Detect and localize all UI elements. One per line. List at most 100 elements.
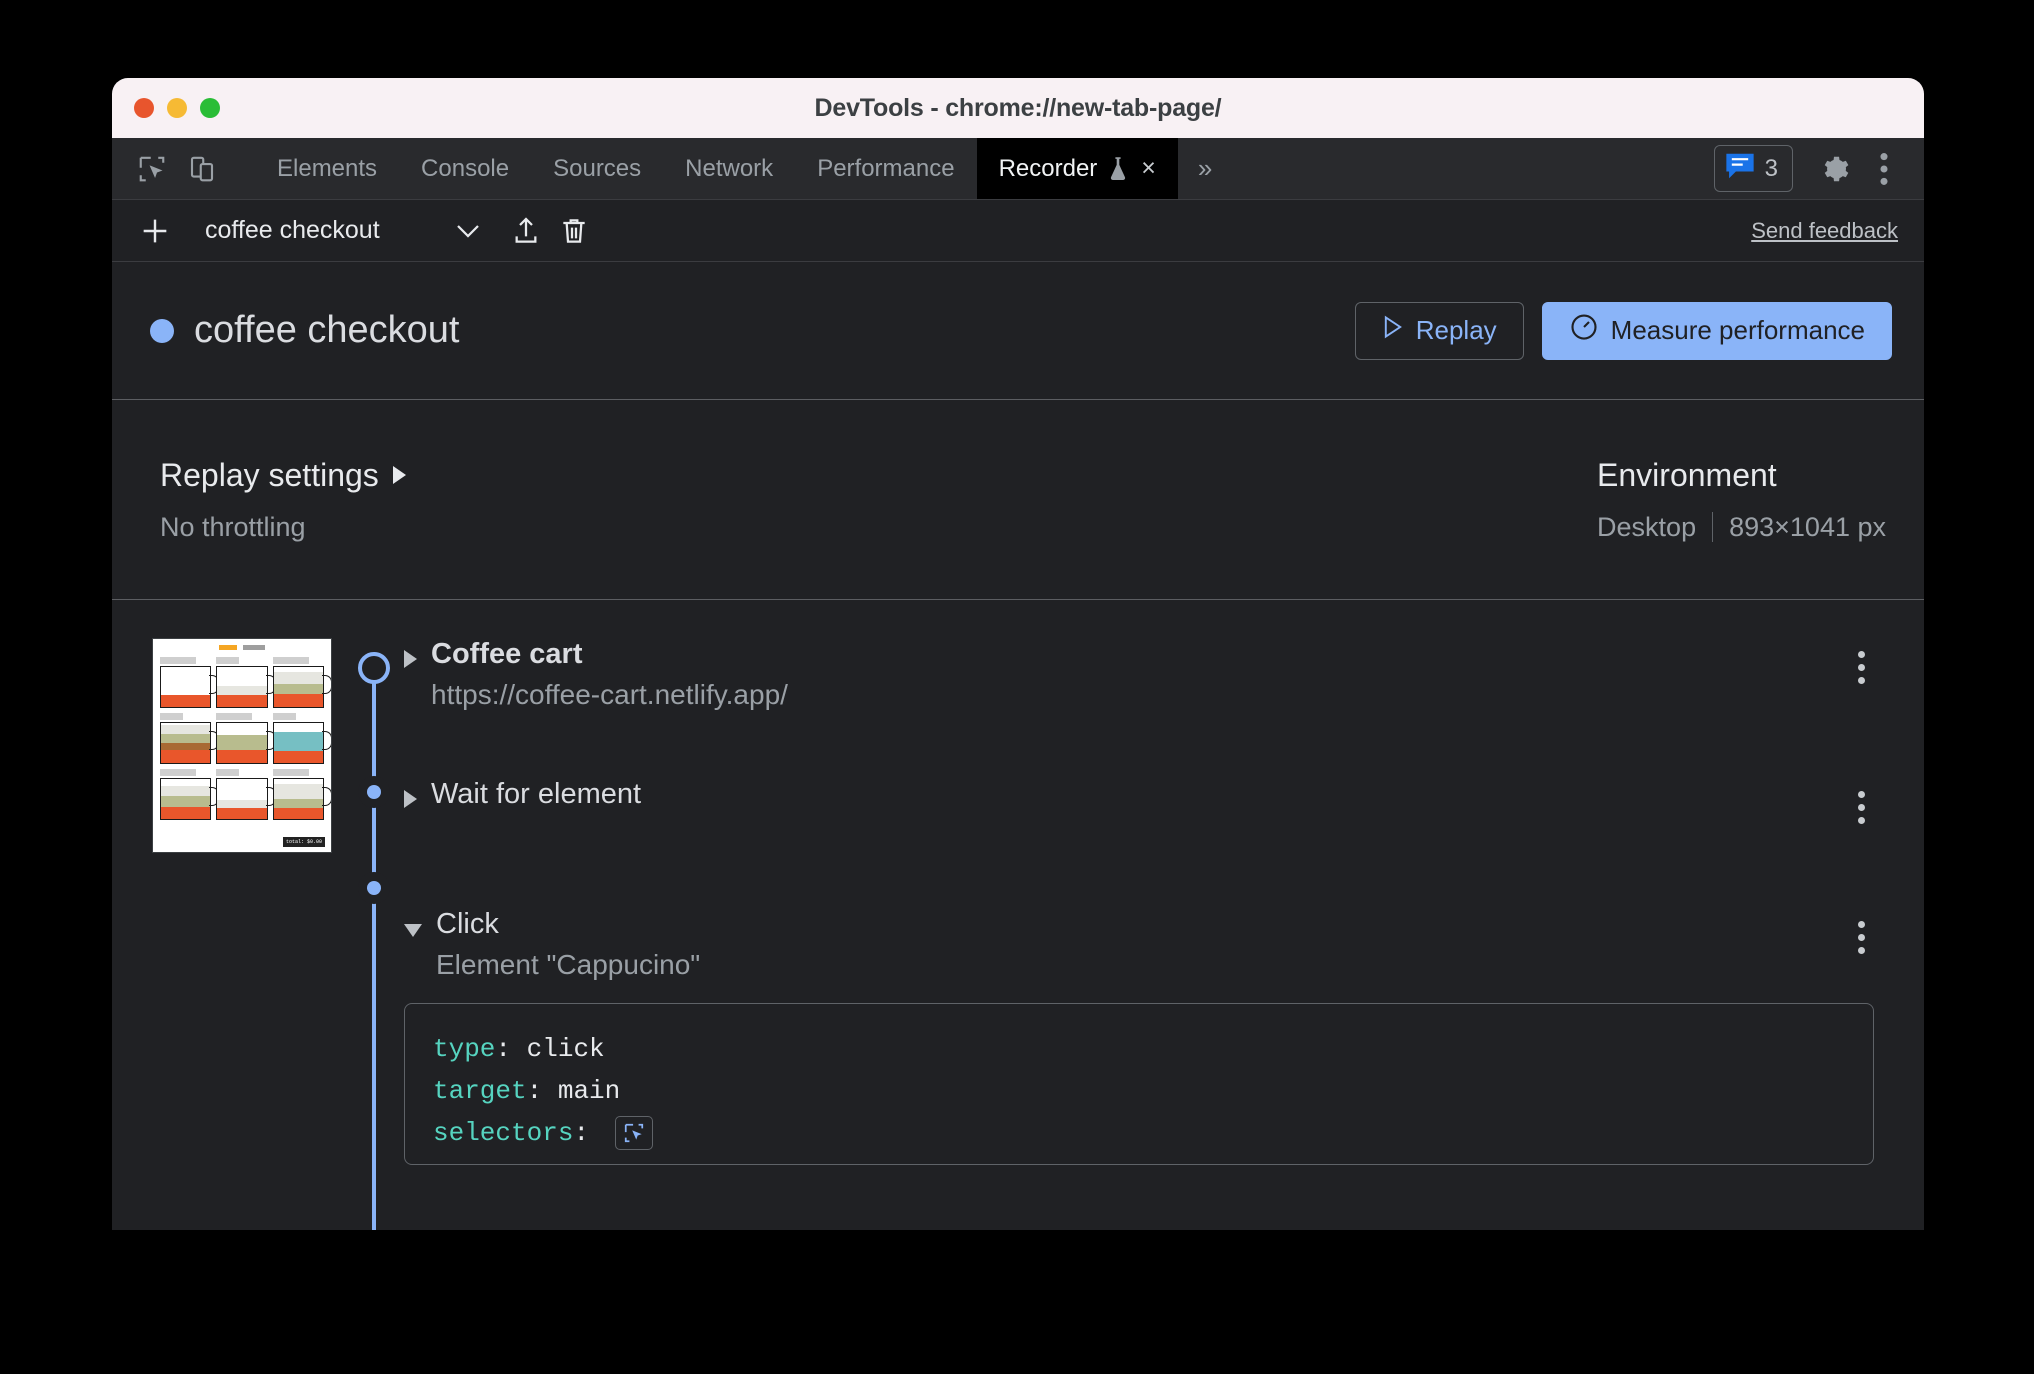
console-messages-badge[interactable]: 3 (1713, 145, 1793, 192)
tab-label: Recorder (998, 154, 1098, 182)
replay-settings-toggle[interactable]: Replay settings (160, 457, 406, 494)
play-triangle-icon (1382, 315, 1404, 346)
recording-header-actions: Replay Measure performance (1354, 301, 1892, 360)
settings-gear-icon[interactable] (1814, 147, 1858, 191)
recording-settings-row: Replay settings No throttling Environmen… (112, 400, 1924, 600)
create-recording-button[interactable] (132, 208, 178, 254)
chevron-right-icon (392, 466, 406, 484)
step-wait-for-element[interactable]: Wait for element (404, 778, 1884, 870)
thumbnail-cup (216, 713, 277, 764)
tab-network[interactable]: Network (663, 138, 795, 199)
step-details-code[interactable]: type: click target: main selectors: (404, 1003, 1874, 1166)
recording-title-wrap: coffee checkout (150, 309, 459, 352)
thumbnail-cup (160, 657, 220, 708)
step-click[interactable]: Click Element "Cappucino" type: click ta… (404, 908, 1884, 1166)
steps-area: total: $0.00 Coffee cart https://coffee-… (112, 600, 1924, 1230)
coffee-cart-page-screenshot: total: $0.00 (152, 638, 332, 853)
step-options-icon[interactable] (1838, 784, 1884, 830)
message-bubble-icon (1725, 152, 1755, 185)
step-navigate[interactable]: Coffee cart https://coffee-cart.netlify.… (404, 638, 1884, 730)
step-title: Wait for element (431, 778, 642, 810)
environment-section: Environment Desktop 893×1041 px (1597, 457, 1886, 543)
more-tabs-icon[interactable]: » (1178, 138, 1232, 199)
maximize-button[interactable] (200, 98, 220, 118)
recorder-toolbar-actions (504, 209, 596, 253)
recording-selector-label: coffee checkout (205, 216, 380, 244)
steps-column: Coffee cart https://coffee-cart.netlify.… (342, 638, 1924, 1230)
timeline-marker-click (358, 872, 390, 904)
delete-recording-button[interactable] (552, 209, 596, 253)
tab-label: Console (421, 154, 510, 182)
chevron-right-icon[interactable] (404, 790, 417, 808)
code-value: click (526, 1034, 605, 1064)
environment-device: Desktop (1597, 511, 1697, 542)
timeline-line (372, 656, 376, 1230)
thumbnail-column: total: $0.00 (112, 638, 342, 1230)
thumbnail-header-pills (153, 639, 331, 650)
tab-label: Network (685, 154, 774, 182)
window-title: DevTools - chrome://new-tab-page/ (814, 93, 1222, 122)
step-header[interactable]: Wait for element (404, 778, 1884, 811)
thumbnail-total-badge: total: $0.00 (282, 837, 325, 847)
screenshot-root: DevTools - chrome://new-tab-page/ Elemen… (0, 0, 2034, 1374)
recording-status-dot (150, 318, 174, 343)
thumbnail-cup (272, 769, 331, 820)
tab-performance[interactable]: Performance (795, 138, 976, 199)
replay-settings-label: Replay settings (160, 456, 379, 493)
send-feedback-link[interactable]: Send feedback (1751, 218, 1898, 244)
devtools-tabs: Elements Console Sources Network Perform… (255, 138, 1178, 199)
close-recorder-tab-icon[interactable]: × (1141, 156, 1156, 181)
step-title: Click (436, 908, 499, 940)
devtools-tab-bar: Elements Console Sources Network Perform… (112, 138, 1924, 200)
timeline-marker-navigate (358, 652, 390, 684)
message-count: 3 (1764, 154, 1778, 182)
close-button[interactable] (134, 98, 154, 118)
tab-label: Elements (277, 154, 378, 182)
thumbnail-pill (243, 645, 265, 650)
steps-timeline (342, 638, 404, 1230)
devtools-tool-icons (112, 138, 255, 199)
inspect-element-icon[interactable] (130, 147, 174, 191)
tab-sources[interactable]: Sources (531, 138, 663, 199)
tab-console[interactable]: Console (399, 138, 531, 199)
tab-recorder[interactable]: Recorder × (976, 138, 1178, 199)
replay-button-label: Replay (1415, 315, 1497, 345)
code-key: selectors (433, 1118, 574, 1149)
recording-header: coffee checkout Replay Measure performan… (112, 262, 1924, 400)
step-header[interactable]: Coffee cart https://coffee-cart.netlify.… (404, 638, 1884, 711)
replay-settings-section: Replay settings No throttling (160, 457, 406, 543)
environment-title-label: Environment (1597, 456, 1777, 493)
step-header[interactable]: Click Element "Cappucino" (404, 908, 1884, 981)
step-options-icon[interactable] (1838, 644, 1884, 690)
thumbnail-cup (216, 769, 277, 820)
chevron-down-icon (453, 221, 483, 241)
chevron-right-icon[interactable] (404, 650, 417, 668)
minimize-button[interactable] (167, 98, 187, 118)
thumbnail-cup (272, 657, 331, 708)
thumbnail-cup (272, 713, 331, 764)
device-toolbar-icon[interactable] (180, 147, 224, 191)
step-spacer (404, 870, 1884, 908)
gauge-icon (1569, 312, 1599, 349)
export-recording-button[interactable] (504, 209, 548, 253)
step-options-icon[interactable] (1838, 914, 1884, 960)
measure-performance-button[interactable]: Measure performance (1541, 301, 1892, 360)
code-key: target (433, 1076, 527, 1107)
steps-list: Coffee cart https://coffee-cart.netlify.… (404, 638, 1884, 1230)
recording-selector-dropdown[interactable]: coffee checkout (191, 216, 491, 245)
measure-performance-label: Measure performance (1610, 315, 1865, 345)
window-title-bar: DevTools - chrome://new-tab-page/ (112, 78, 1924, 138)
code-line-selectors: selectors: (433, 1112, 1845, 1154)
replay-button[interactable]: Replay (1354, 301, 1524, 360)
tab-elements[interactable]: Elements (255, 138, 399, 199)
window-traffic-lights (134, 98, 220, 118)
tab-label: Performance (817, 154, 955, 182)
environment-values: Desktop 893×1041 px (1597, 512, 1886, 543)
selector-picker-icon[interactable] (614, 1116, 653, 1151)
thumbnail-pill (219, 645, 237, 650)
more-options-icon[interactable] (1862, 147, 1906, 191)
environment-viewport: 893×1041 px (1729, 511, 1886, 542)
chevron-down-icon[interactable] (404, 924, 422, 937)
step-spacer (404, 730, 1884, 778)
code-value: main (557, 1076, 621, 1107)
